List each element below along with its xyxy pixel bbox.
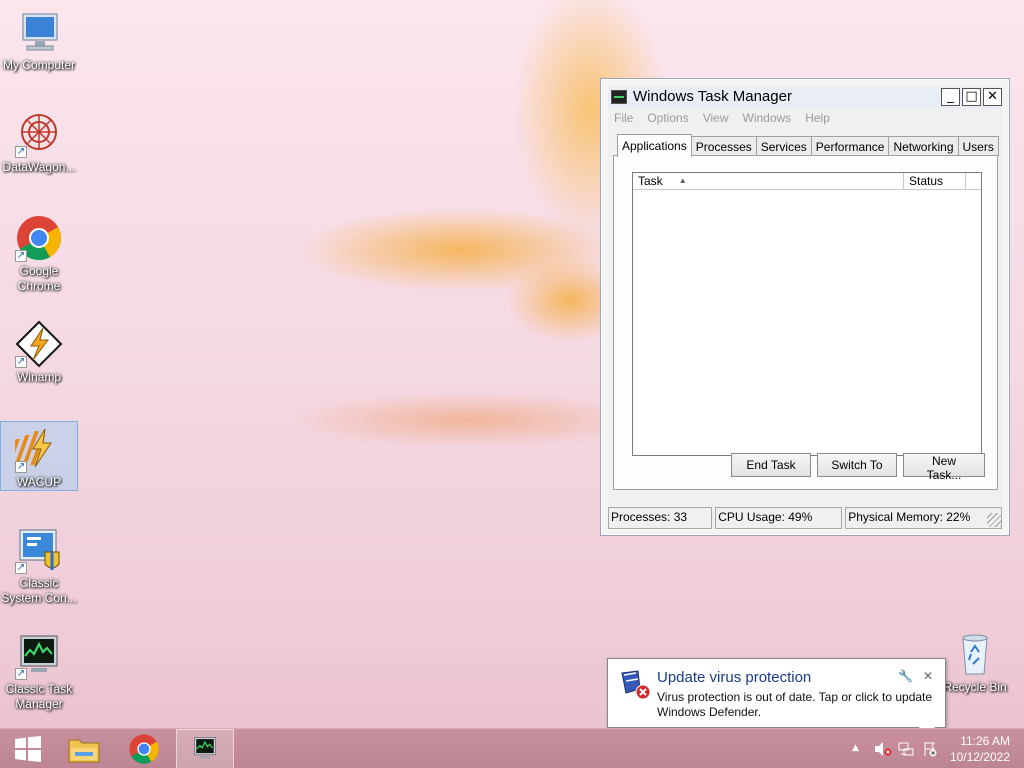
clock[interactable]: 11:26 AM 10/12/2022	[940, 733, 1010, 765]
windows-logo-icon	[15, 736, 41, 762]
menu-help[interactable]: Help	[805, 111, 830, 125]
task-manager-icon	[194, 737, 216, 759]
sort-ascending-icon: ▲	[678, 176, 687, 185]
desktop-icon-label: Google Chrome	[17, 264, 61, 293]
recycle-bin-icon	[951, 630, 999, 678]
status-processes: Processes: 33	[608, 507, 713, 529]
menu-bar: File Options View Windows Help	[608, 109, 1002, 127]
applications-panel: Task ▲ Status End Task Switch To New Tas…	[613, 155, 998, 490]
desktop-icon-google-chrome[interactable]: ↗ Google Chrome	[0, 214, 78, 294]
status-cpu-usage: CPU Usage: 49%	[715, 507, 843, 529]
action-center-flag-icon[interactable]	[922, 741, 938, 761]
clock-date: 10/12/2022	[949, 750, 1010, 764]
chrome-icon	[129, 734, 159, 764]
close-icon[interactable]: ✕	[923, 669, 933, 683]
tab-services[interactable]: Services	[755, 136, 812, 156]
desktop-icon-winamp[interactable]: ↗ Winamp	[0, 320, 78, 385]
defender-shield-icon	[620, 669, 651, 700]
start-button[interactable]	[0, 729, 56, 768]
shortcut-arrow-icon: ↗	[15, 356, 27, 368]
notification-title: Update virus protection	[657, 669, 812, 686]
task-actions: End Task Switch To New Task...	[731, 453, 985, 482]
notification-text: Virus protection is out of date. Tap or …	[657, 690, 933, 719]
desktop-icon-label: DataWagon...	[2, 160, 76, 174]
maximize-button[interactable]: □	[962, 88, 981, 106]
shortcut-arrow-icon: ↗	[15, 146, 27, 158]
task-list-header: Task ▲ Status	[633, 173, 981, 190]
desktop-icon-wacup[interactable]: ↗ WACUP	[0, 421, 78, 491]
task-manager-icon: ↗	[15, 632, 63, 680]
task-manager-app-icon	[611, 90, 627, 104]
new-task-button[interactable]: New Task...	[903, 453, 985, 482]
control-panel-icon: ↗	[15, 526, 63, 574]
tab-users[interactable]: Users	[957, 136, 999, 156]
shortcut-arrow-icon: ↗	[15, 562, 27, 574]
desktop-icon-label: Winamp	[16, 370, 61, 384]
desktop-icon-classic-task-manager[interactable]: ↗ Classic Task Manager	[0, 632, 78, 712]
status-bar: Processes: 33 CPU Usage: 49% Physical Me…	[608, 507, 1002, 529]
minimize-button[interactable]: _	[941, 88, 960, 106]
notification-balloon[interactable]: Update virus protection Virus protection…	[607, 658, 946, 739]
computer-icon	[15, 8, 63, 56]
network-icon[interactable]	[898, 741, 914, 761]
notification-controls: 🔧 ✕	[898, 669, 933, 683]
shortcut-arrow-icon: ↗	[15, 250, 27, 262]
menu-options[interactable]: Options	[647, 111, 688, 125]
column-header-status[interactable]: Status	[904, 173, 966, 189]
tab-performance[interactable]: Performance	[810, 136, 890, 156]
status-physical-memory: Physical Memory: 22%	[845, 507, 1002, 529]
resize-grip-icon[interactable]	[987, 513, 1001, 527]
folder-icon	[68, 739, 100, 763]
desktop-icon-label: Classic Task Manager	[5, 682, 73, 711]
shortcut-arrow-icon: ↗	[15, 668, 27, 680]
winamp-icon: ↗	[15, 320, 63, 368]
menu-file[interactable]: File	[614, 111, 633, 125]
desktop-icon-my-computer[interactable]: My Computer	[0, 8, 78, 73]
tab-applications[interactable]: Applications	[617, 134, 692, 157]
tab-processes[interactable]: Processes	[690, 136, 757, 156]
taskbar-google-chrome[interactable]	[116, 729, 172, 768]
chrome-icon: ↗	[15, 214, 63, 262]
desktop-icon-label: Recycle Bin	[943, 680, 1007, 694]
menu-windows[interactable]: Windows	[743, 111, 792, 125]
taskbar: ▲ 11:26 AM 10/12/2022	[0, 728, 1024, 768]
end-task-button[interactable]: End Task	[731, 453, 811, 477]
desktop-icon-label: WACUP	[16, 475, 62, 489]
tab-strip: Applications Processes Services Performa…	[617, 134, 999, 157]
desktop-icon-label: My Computer	[2, 58, 76, 72]
column-task-label: Task	[638, 174, 663, 188]
wacup-icon: ↗	[6, 425, 63, 473]
desktop-icon-datawagon[interactable]: ↗ DataWagon...	[0, 110, 78, 175]
taskbar-task-manager[interactable]	[176, 729, 234, 768]
menu-view[interactable]: View	[703, 111, 729, 125]
column-header-task[interactable]: Task ▲	[633, 173, 904, 189]
settings-wrench-icon[interactable]: 🔧	[898, 669, 913, 683]
volume-muted-icon[interactable]	[874, 741, 892, 761]
switch-to-button[interactable]: Switch To	[817, 453, 897, 477]
close-button[interactable]: ✕	[983, 88, 1002, 106]
desktop-icon-label: Classic System Con...	[1, 576, 77, 605]
desktop-icon-classic-system-control[interactable]: ↗ Classic System Con...	[0, 526, 78, 606]
system-tray: ▲ 11:26 AM 10/12/2022	[840, 729, 1024, 768]
task-list[interactable]: Task ▲ Status	[632, 172, 982, 456]
desktop-icon-recycle-bin[interactable]: Recycle Bin	[936, 630, 1014, 695]
window-controls: _ □ ✕	[941, 88, 1002, 106]
title-bar[interactable]: Windows Task Manager _ □ ✕	[608, 87, 1002, 109]
taskbar-file-explorer[interactable]	[56, 729, 112, 768]
task-manager-window[interactable]: Windows Task Manager _ □ ✕ File Options …	[600, 78, 1010, 536]
tray-overflow-chevron-icon[interactable]: ▲	[852, 743, 859, 753]
window-title: Windows Task Manager	[633, 88, 792, 105]
tab-networking[interactable]: Networking	[888, 136, 959, 156]
clock-time: 11:26 AM	[960, 734, 1010, 748]
task-manager-frame: Windows Task Manager _ □ ✕ File Options …	[608, 87, 1002, 529]
datawagon-icon: ↗	[15, 110, 63, 158]
shortcut-arrow-icon: ↗	[15, 461, 27, 473]
